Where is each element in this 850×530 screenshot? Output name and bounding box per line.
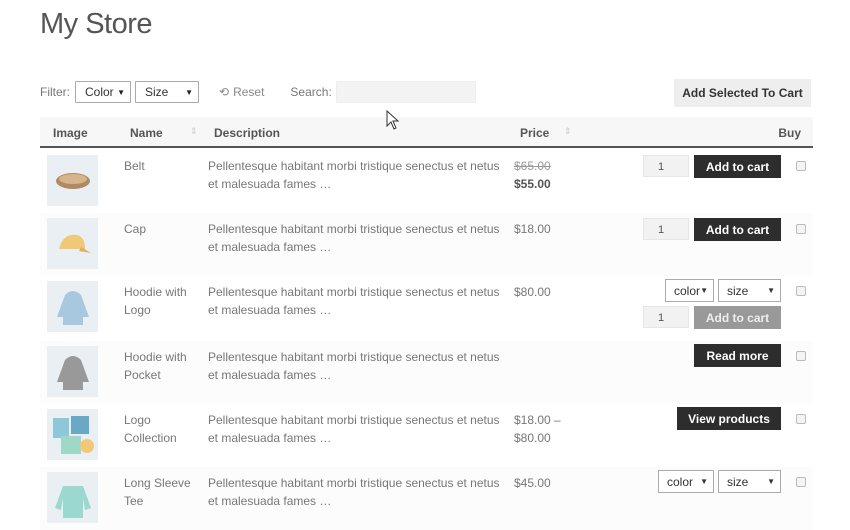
hoodie-icon [56, 290, 89, 325]
mouse-cursor-icon [386, 110, 400, 130]
search-label: Search: [290, 85, 332, 99]
product-image[interactable] [47, 155, 98, 206]
product-price: $18.00 – $80.00 [514, 413, 561, 445]
reset-label: Reset [233, 85, 265, 99]
table-row: Hoodie with Pocket Pellentesque habitant… [40, 341, 813, 404]
search-input[interactable] [335, 81, 476, 103]
old-price: $65.00 [514, 159, 551, 173]
add-to-cart-button[interactable]: Add to cart [694, 218, 781, 241]
product-name[interactable]: Hoodie with Logo [124, 283, 198, 319]
dropdown-arrow-icon: ▼ [767, 477, 775, 486]
quantity-input[interactable]: 1 [643, 306, 689, 328]
size-value: size [727, 283, 749, 298]
product-price: $45.00 [514, 476, 551, 490]
select-checkbox[interactable] [796, 224, 806, 234]
view-products-button[interactable]: View products [677, 407, 781, 430]
color-value: color [667, 474, 694, 489]
product-price: $18.00 [514, 222, 551, 236]
add-to-cart-button[interactable]: Add to cart [694, 155, 781, 178]
color-filter-select[interactable]: Color ▼ [75, 81, 131, 103]
color-select[interactable]: color ▼ [658, 470, 714, 493]
table-header: Image Name ⇕ Description Price ⇕ Buy [40, 117, 813, 148]
product-description: Pellentesque habitant morbi tristique se… [208, 222, 500, 254]
select-checkbox[interactable] [796, 161, 806, 171]
table-row: Long Sleeve Tee Pellentesque habitant mo… [40, 467, 813, 530]
product-description: Pellentesque habitant morbi tristique se… [208, 476, 500, 508]
col-image: Image [53, 126, 88, 140]
product-name[interactable]: Logo Collection [124, 411, 198, 447]
sort-icon[interactable]: ⇕ [190, 126, 198, 137]
reset-icon: ⟲ [219, 85, 230, 99]
dropdown-arrow-icon: ▼ [700, 286, 708, 295]
size-value: size [727, 474, 749, 489]
product-description: Pellentesque habitant morbi tristique se… [208, 159, 500, 191]
select-checkbox[interactable] [796, 414, 806, 424]
product-image[interactable] [47, 346, 98, 397]
size-select[interactable]: size ▼ [718, 470, 781, 493]
add-selected-to-cart-button[interactable]: Add Selected To Cart [674, 79, 811, 107]
reset-button[interactable]: ⟲ Reset [219, 85, 264, 99]
col-name[interactable]: Name [130, 126, 163, 140]
filter-label: Filter: [40, 85, 70, 99]
dropdown-arrow-icon: ▼ [117, 87, 125, 97]
belt-icon [55, 172, 90, 189]
select-checkbox[interactable] [796, 286, 806, 296]
product-image[interactable] [47, 409, 98, 460]
col-price[interactable]: Price [520, 126, 549, 140]
product-image[interactable] [47, 281, 98, 332]
dropdown-arrow-icon: ▼ [700, 477, 708, 486]
table-row: Cap Pellentesque habitant morbi tristiqu… [40, 213, 813, 276]
quantity-input[interactable]: 1 [643, 218, 689, 240]
collection-icon [52, 415, 94, 454]
dropdown-arrow-icon: ▼ [185, 87, 193, 97]
quantity-input[interactable]: 1 [643, 155, 689, 177]
product-description: Pellentesque habitant morbi tristique se… [208, 413, 500, 445]
product-name[interactable]: Long Sleeve Tee [124, 474, 198, 510]
page-title: My Store [40, 8, 153, 40]
product-description: Pellentesque habitant morbi tristique se… [208, 350, 500, 382]
table-row: Belt Pellentesque habitant morbi tristiq… [40, 150, 813, 213]
select-checkbox[interactable] [796, 477, 806, 487]
col-buy: Buy [778, 126, 801, 140]
table-row: Hoodie with Logo Pellentesque habitant m… [40, 276, 813, 339]
product-image[interactable] [47, 218, 98, 269]
sort-icon[interactable]: ⇕ [564, 126, 572, 137]
product-price: $65.00 $55.00 [514, 157, 551, 193]
cap-icon [58, 234, 91, 253]
sale-price: $55.00 [514, 177, 551, 191]
hoodie-icon [56, 355, 89, 390]
color-filter-value: Color [85, 85, 114, 99]
size-filter-value: Size [145, 85, 169, 99]
add-to-cart-button[interactable]: Add to cart [694, 306, 781, 329]
table-row: Logo Collection Pellentesque habitant mo… [40, 404, 813, 467]
size-select[interactable]: size ▼ [718, 279, 781, 302]
select-checkbox[interactable] [796, 351, 806, 361]
col-description: Description [214, 126, 281, 140]
size-filter-select[interactable]: Size ▼ [135, 81, 199, 103]
color-select[interactable]: color ▼ [665, 279, 714, 302]
product-name[interactable]: Hoodie with Pocket [124, 348, 198, 384]
filter-bar: Filter: Color ▼ Size ▼ ⟲ Reset Search: [40, 80, 476, 104]
product-name[interactable]: Cap [124, 220, 198, 238]
dropdown-arrow-icon: ▼ [767, 286, 775, 295]
read-more-button[interactable]: Read more [694, 344, 781, 367]
product-name[interactable]: Belt [124, 157, 198, 175]
product-price: $80.00 [514, 285, 551, 299]
product-description: Pellentesque habitant morbi tristique se… [208, 285, 500, 317]
color-value: color [674, 283, 701, 298]
